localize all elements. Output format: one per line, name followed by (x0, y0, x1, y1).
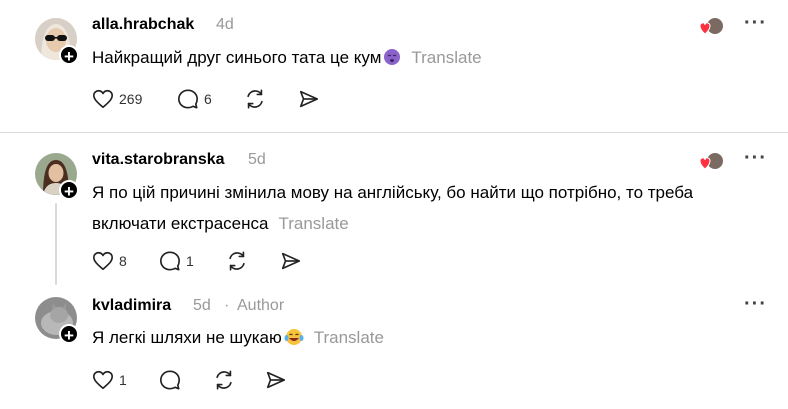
author-label: Author (237, 297, 285, 314)
username[interactable]: vita.starobranska (92, 151, 225, 169)
share-button[interactable] (265, 369, 289, 393)
reply-button[interactable]: 1 (159, 250, 199, 274)
send-icon (281, 252, 301, 270)
timestamp[interactable]: 4d (216, 16, 234, 34)
comment-text-content: Я легкі шляхи не шукаю (92, 328, 282, 347)
author-separator: · (224, 297, 230, 314)
action-bar: 8 1 (92, 250, 312, 274)
comment-3: + kvladimira 5d · Author ··· Я легкі шля… (0, 283, 788, 409)
follow-button[interactable]: + (59, 180, 79, 201)
comment-1: + alla.hrabchak 4d ··· Найкращий друг си… (0, 0, 788, 132)
laughing-tears-emoji (284, 325, 304, 356)
action-bar: 269 6 (92, 88, 332, 112)
reply-count: 1 (186, 253, 194, 269)
repost-button[interactable] (226, 250, 250, 274)
like-count: 8 (119, 253, 127, 269)
heart-icon (93, 251, 113, 271)
reply-button[interactable]: 6 (177, 88, 217, 112)
follow-button[interactable]: + (59, 45, 79, 66)
like-count: 1 (119, 372, 127, 388)
translate-link[interactable]: Translate (278, 214, 348, 233)
username[interactable]: kvladimira (92, 297, 171, 315)
heart-icon (93, 370, 113, 390)
heart-icon (93, 89, 113, 109)
translate-link[interactable]: Translate (314, 328, 384, 347)
comment-text-content: Найкращий друг синього тата це кум (92, 48, 382, 67)
follow-button[interactable]: + (59, 324, 79, 345)
heart-avatar-icon (699, 18, 723, 35)
repost-icon (247, 89, 263, 109)
repost-icon (229, 251, 245, 271)
liked-by-author-badge (697, 16, 727, 38)
liked-by-author-badge (697, 151, 727, 173)
timestamp[interactable]: 5d (248, 151, 266, 169)
yawning-face-emoji (383, 45, 401, 76)
timestamp[interactable]: 5d (193, 297, 211, 315)
thread-line (55, 203, 57, 285)
share-button[interactable] (280, 250, 304, 274)
share-button[interactable] (298, 88, 322, 112)
heart-avatar-icon (699, 153, 723, 170)
more-options-button[interactable]: ··· (744, 147, 767, 170)
comment-icon (160, 370, 180, 390)
comment-text-line-2: включати екстрасенса Translate (92, 208, 772, 239)
reply-button[interactable] (159, 369, 183, 393)
more-options-button[interactable]: ··· (744, 12, 767, 35)
comment-text-line-1: Я по цій причині змінила мову на англійс… (92, 183, 694, 202)
username[interactable]: alla.hrabchak (92, 16, 194, 34)
send-icon (299, 90, 319, 108)
like-button[interactable]: 8 (92, 250, 132, 274)
comment-icon (160, 251, 180, 271)
action-bar: 1 (92, 369, 292, 393)
comment-text: Я легкі шляхи не шукаю Translate (92, 322, 384, 356)
more-options-button[interactable]: ··· (744, 293, 767, 316)
comment-text: Найкращий друг синього тата це кум Transl… (92, 42, 482, 76)
like-count: 269 (119, 91, 143, 107)
comment-text-line-2-content: включати екстрасенса (92, 214, 269, 233)
like-button[interactable]: 1 (92, 369, 132, 393)
comment-icon (178, 89, 198, 109)
like-button[interactable]: 269 (92, 88, 152, 112)
repost-button[interactable] (244, 88, 268, 112)
repost-icon (216, 370, 232, 390)
repost-button[interactable] (213, 369, 237, 393)
translate-link[interactable]: Translate (411, 48, 481, 67)
comment-text: Я по цій причині змінила мову на англійс… (92, 177, 772, 239)
comment-2: + vita.starobranska 5d ··· Я по цій прич… (0, 133, 788, 285)
send-icon (266, 371, 286, 389)
reply-count: 6 (204, 91, 212, 107)
